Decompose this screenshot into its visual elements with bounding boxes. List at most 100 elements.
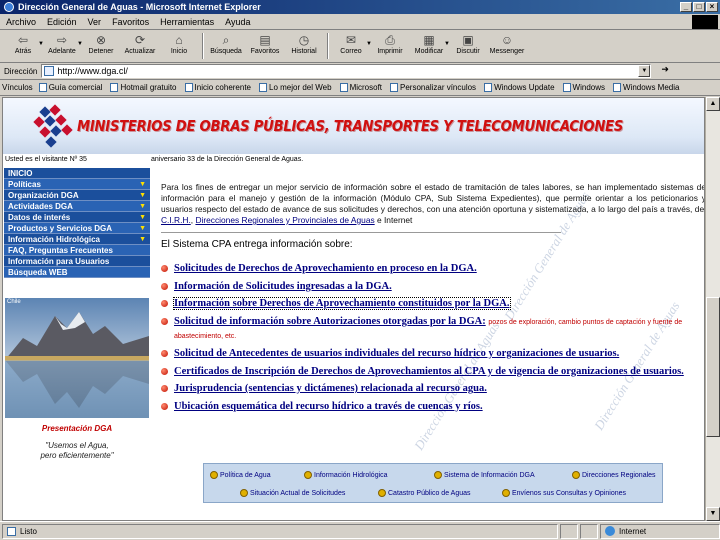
page-viewport: MINISTERIOS DE OBRAS PÚBLICAS, TRANSPORT… — [2, 97, 705, 521]
link-item[interactable]: Personalizar vínculos — [390, 83, 476, 92]
ie-icon — [4, 2, 14, 12]
ministry-logo-icon — [33, 104, 73, 148]
list-item: Información de Solicitudes ingresadas a … — [161, 280, 704, 293]
nav-item-productos[interactable]: Productos y Servicios DGA ▼ — [4, 223, 150, 234]
stop-button[interactable]: ⊗ Detener — [82, 31, 120, 61]
bullet-icon — [161, 402, 168, 410]
home-icon: ⌂ — [175, 33, 183, 47]
sub-header: Usted es el visitante Nº 35 aniversario … — [3, 156, 704, 166]
service-link[interactable]: Jurisprudencia (sentencias y dictámenes)… — [174, 383, 487, 394]
back-button[interactable]: ⇦ Atrás ▼ — [4, 31, 44, 61]
nav-item-busqueda[interactable]: Búsqueda WEB — [4, 267, 150, 278]
page-icon — [44, 66, 55, 76]
maximize-button[interactable]: □ — [693, 2, 705, 12]
service-link[interactable]: Solicitud de Antecedentes de usuarios in… — [174, 348, 619, 359]
chevron-down-icon: ▼ — [139, 202, 146, 210]
nav-item-datos[interactable]: Datos de interés ▼ — [4, 212, 150, 223]
service-link[interactable]: Solicitudes de Derechos de Aprovechamien… — [174, 263, 477, 274]
favorites-button[interactable]: ▤ Favoritos — [246, 31, 284, 61]
bottom-link[interactable]: Envíenos sus Consultas y Opiniones — [502, 486, 626, 500]
chevron-down-icon: ▼ — [139, 213, 146, 221]
go-arrow-icon[interactable]: ➜ — [661, 64, 677, 78]
chevron-down-icon: ▼ — [139, 180, 146, 188]
search-button[interactable]: ⌕ Búsqueda — [207, 31, 245, 61]
link-item[interactable]: Hotmail gratuito — [110, 83, 177, 92]
bottom-link[interactable]: Información Hidrológica — [304, 468, 388, 482]
scroll-down-button[interactable]: ▼ — [706, 507, 720, 521]
cirh-link[interactable]: C.I.R.H. — [161, 215, 191, 225]
nav-item-politicas[interactable]: Políticas ▼ — [4, 179, 150, 190]
status-bar: Listo Internet — [0, 521, 720, 540]
refresh-button[interactable]: ⟳ Actualizar — [121, 31, 159, 61]
mail-button[interactable]: ✉ Correo ▼ — [332, 31, 372, 61]
nav-item-usuarios[interactable]: Información para Usuarios — [4, 256, 150, 267]
bottom-link[interactable]: Sistema de Información DGA — [434, 468, 535, 482]
menu-ver[interactable]: Ver — [88, 17, 102, 27]
globe-icon — [210, 471, 218, 479]
bottom-link[interactable]: Política de Agua — [210, 468, 271, 482]
print-button[interactable]: ⎙ Imprimir — [371, 31, 409, 61]
list-item: Jurisprudencia (sentencias y dictámenes)… — [161, 382, 704, 395]
nav-item-hidrologica[interactable]: Información Hidrológica ▼ — [4, 234, 150, 245]
service-link[interactable]: Información sobre Derechos de Aprovecham… — [173, 297, 511, 310]
bottom-link[interactable]: Situación Actual de Solicitudes — [240, 486, 345, 500]
menu-herramientas[interactable]: Herramientas — [160, 17, 214, 27]
link-item[interactable]: Guía comercial — [38, 83, 102, 92]
service-link[interactable]: Solicitud de información sobre Autorizac… — [174, 316, 486, 327]
divider — [161, 232, 561, 233]
link-item[interactable]: Windows Media — [613, 83, 679, 92]
nav-menu: INICIO Políticas ▼ Organización DGA ▼ Acti… — [4, 168, 150, 278]
menu-archivo[interactable]: Archivo — [6, 17, 36, 27]
messenger-button[interactable]: ☺ Messenger — [488, 31, 526, 61]
menu-edicion[interactable]: Edición — [47, 17, 77, 27]
nav-item-actividades[interactable]: Actividades DGA ▼ — [4, 201, 150, 212]
bottom-link-panel: Política de Agua Información Hidrológica… — [203, 463, 663, 503]
link-item[interactable]: Microsoft — [339, 83, 382, 92]
globe-icon — [240, 489, 248, 497]
windows-logo-icon — [692, 15, 718, 29]
nav-item-inicio[interactable]: INICIO — [4, 168, 150, 179]
menu-favoritos[interactable]: Favoritos — [112, 17, 149, 27]
nav-item-faq[interactable]: FAQ, Preguntas Frecuentes — [4, 245, 150, 256]
scroll-up-button[interactable]: ▲ — [706, 97, 720, 111]
vertical-scrollbar[interactable]: ▲ ▼ — [705, 97, 720, 521]
link-item[interactable]: Windows Update — [484, 83, 555, 92]
link-item[interactable]: Lo mejor del Web — [259, 83, 332, 92]
anniversary-text: aniversario 33 de la Dirección General d… — [151, 156, 304, 163]
minimize-button[interactable]: _ — [680, 2, 692, 12]
presentation-link[interactable]: Presentación DGA — [4, 424, 150, 433]
home-button[interactable]: ⌂ Inicio — [160, 31, 198, 61]
forward-button[interactable]: ⇨ Adelante ▼ — [43, 31, 83, 61]
security-zone: Internet — [600, 523, 720, 539]
list-item: Información sobre Derechos de Aprovecham… — [161, 297, 704, 310]
banner-title: MINISTERIOS DE OBRAS PÚBLICAS, TRANSPORT… — [77, 117, 624, 135]
address-dropdown-button[interactable]: ▼ — [638, 65, 651, 77]
service-link[interactable]: Certificados de Inscripción de Derechos … — [174, 366, 684, 377]
nav-item-organizacion[interactable]: Organización DGA ▼ — [4, 190, 150, 201]
link-item[interactable]: Inicio coherente — [184, 83, 251, 92]
bullet-icon — [161, 385, 168, 392]
address-input[interactable]: http://www.dga.cl/ ▼ — [41, 64, 652, 78]
address-label: Dirección — [4, 66, 38, 76]
history-button[interactable]: ◷ Historial — [285, 31, 323, 61]
menu-ayuda[interactable]: Ayuda — [225, 17, 250, 27]
window-title: Dirección General de Aguas - Microsoft I… — [18, 2, 261, 12]
intro-paragraph: Para los fines de entregar un mejor serv… — [161, 182, 705, 225]
search-icon: ⌕ — [222, 33, 230, 47]
regional-offices-link[interactable]: Direcciones Regionales y Provinciales de… — [195, 215, 374, 225]
edit-button[interactable]: ▦ Modificar ▼ — [410, 31, 450, 61]
link-item[interactable]: Windows — [562, 83, 605, 92]
printer-icon: ⎙ — [385, 33, 395, 47]
bottom-link[interactable]: Direcciones Regionales — [572, 468, 656, 482]
service-link[interactable]: Ubicación esquemática del recurso hídric… — [174, 401, 483, 412]
close-button[interactable]: × — [706, 2, 718, 12]
discuss-button[interactable]: ▣ Discutir — [449, 31, 487, 61]
main-content: Para los fines de entregar un mejor serv… — [161, 182, 705, 417]
bottom-link[interactable]: Catastro Público de Aguas — [378, 486, 471, 500]
internet-globe-icon — [605, 526, 615, 536]
globe-icon — [304, 471, 312, 479]
globe-icon — [502, 489, 510, 497]
scroll-thumb[interactable] — [706, 297, 720, 437]
globe-icon — [572, 471, 580, 479]
service-link[interactable]: Información de Solicitudes ingresadas a … — [174, 281, 392, 292]
